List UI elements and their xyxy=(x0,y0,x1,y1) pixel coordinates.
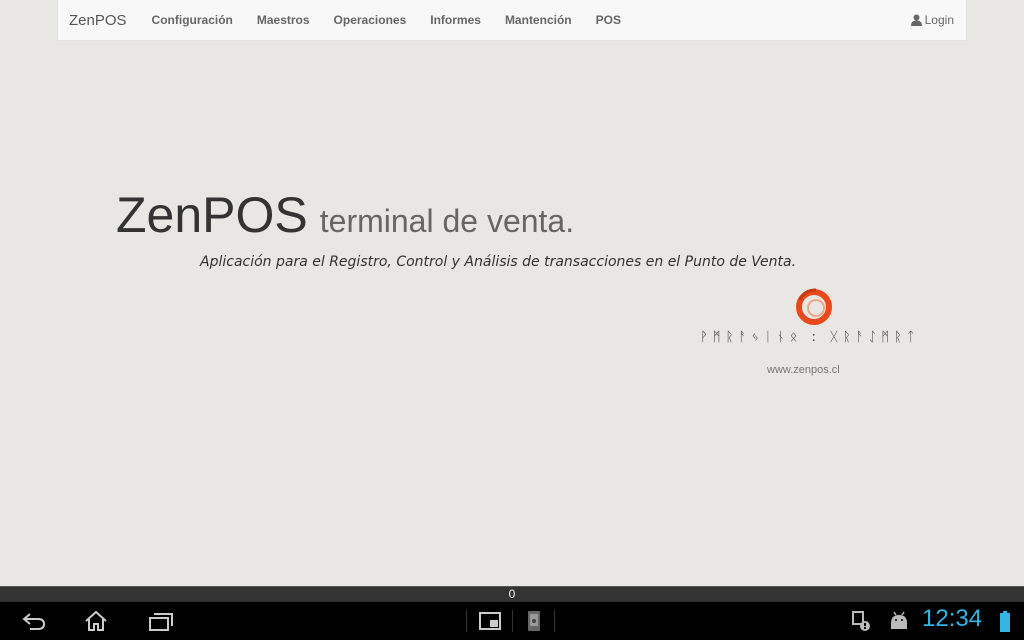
website-link[interactable]: www.zenpos.cl xyxy=(767,364,840,376)
nav-item-operaciones[interactable]: Operaciones xyxy=(334,13,407,27)
phone-app-icon[interactable] xyxy=(526,610,542,632)
system-clock: 12:34 xyxy=(922,605,983,632)
storage-warning-icon[interactable] xyxy=(850,610,872,632)
android-debug-icon[interactable] xyxy=(888,610,910,632)
system-bar-divider xyxy=(554,610,555,632)
hero-heading: ZenPOS terminal de venta. xyxy=(116,186,574,244)
app-page: ZenPOS Configuración Maestros Operacione… xyxy=(0,0,1024,586)
user-icon xyxy=(910,14,922,26)
system-bar-divider xyxy=(512,610,513,632)
notification-bar: 0 xyxy=(0,586,1024,602)
hero-subtitle: terminal de venta. xyxy=(319,203,575,239)
screenshot-icon[interactable] xyxy=(478,610,502,632)
nav-item-informes[interactable]: Informes xyxy=(430,13,481,27)
hero-tagline: Aplicación para el Registro, Control y A… xyxy=(200,254,797,270)
recent-apps-icon[interactable] xyxy=(148,610,174,632)
login-link[interactable]: Login xyxy=(910,13,954,27)
enso-logo-icon xyxy=(796,288,832,325)
nav-item-configuracion[interactable]: Configuración xyxy=(152,13,233,27)
battery-icon xyxy=(1000,611,1010,632)
logo-rune-text: ᚹᛗᚱᚨᛃᛁᚾᛟ : ᚷᚱᚨᛇᛗᚱᛏ xyxy=(700,330,920,345)
back-icon[interactable] xyxy=(22,610,46,632)
notification-count: 0 xyxy=(508,587,516,601)
system-bar-divider xyxy=(466,610,467,632)
hero-title: ZenPOS xyxy=(116,187,308,243)
nav-item-maestros[interactable]: Maestros xyxy=(257,13,310,27)
navbar-brand[interactable]: ZenPOS xyxy=(69,12,127,29)
android-system-bar xyxy=(0,602,1024,640)
home-icon[interactable] xyxy=(84,610,108,632)
nav-item-mantencion[interactable]: Mantención xyxy=(505,13,572,27)
login-label: Login xyxy=(924,13,954,27)
nav-item-pos[interactable]: POS xyxy=(596,13,621,27)
top-navbar: ZenPOS Configuración Maestros Operacione… xyxy=(57,0,967,41)
